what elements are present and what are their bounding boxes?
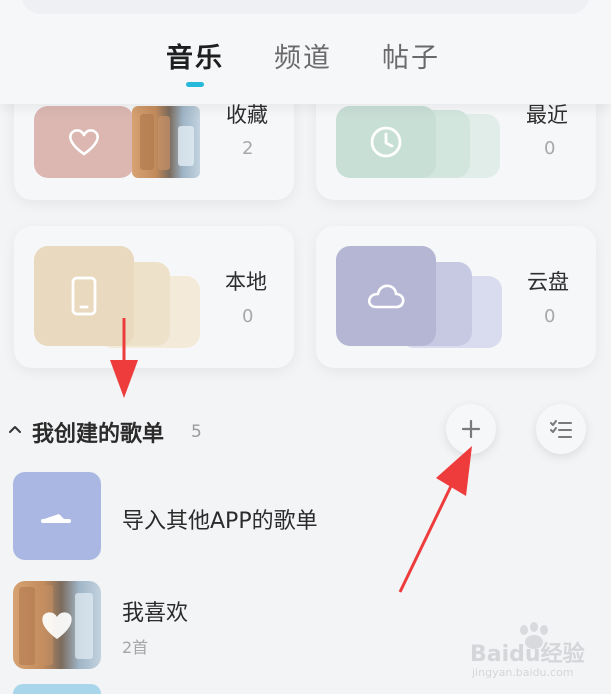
tab-music[interactable]: 音乐 xyxy=(166,36,224,75)
arrow-down-annotation xyxy=(110,318,138,398)
baidu-watermark: Baidu经验 jingyan.baidu.com xyxy=(466,622,606,684)
arrow-up-annotation xyxy=(398,446,472,593)
active-tab-indicator xyxy=(186,82,204,87)
watermark-sub: jingyan.baidu.com xyxy=(472,666,574,679)
tabs: 音乐 频道 帖子 xyxy=(0,36,611,86)
top-tab-bar: 音乐 频道 帖子 xyxy=(0,0,611,104)
tab-channels[interactable]: 频道 xyxy=(274,36,332,75)
search-bar-bottom-edge xyxy=(22,0,589,14)
watermark-text: Baidu经验 xyxy=(470,642,585,667)
tab-posts[interactable]: 帖子 xyxy=(382,36,440,75)
